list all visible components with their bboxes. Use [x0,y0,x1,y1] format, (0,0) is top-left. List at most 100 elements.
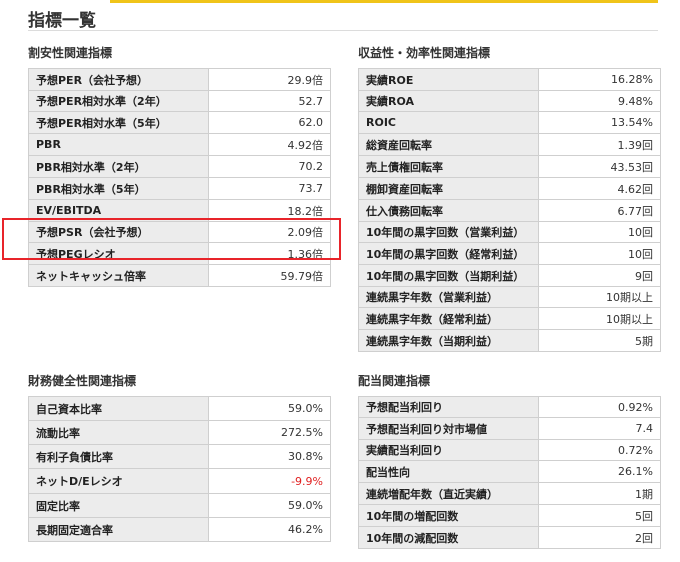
table-row: 固定比率 59.0% [28,493,331,518]
table-row: 予想PSR（会社予想） 2.09倍 [28,221,331,243]
metric-label: ネットD/Eレシオ [28,468,209,494]
metric-label: 実績ROE [358,68,539,91]
table-row: ネットD/Eレシオ -9.9% [28,468,331,494]
metric-label: 配当性向 [358,460,539,483]
table-row: 10年間の黒字回数（営業利益） 10回 [358,221,661,243]
table-row: 10年間の黒字回数（当期利益） 9回 [358,264,661,287]
section-valuation: 割安性関連指標 予想PER（会社予想） 29.9倍 予想PER相対水準（2年） … [28,45,331,287]
table-row: 実績ROA 9.48% [358,90,661,112]
metric-label: PBR相対水準（5年） [28,177,209,200]
section-financial-health: 財務健全性関連指標 自己資本比率 59.0% 流動比率 272.5% 有利子負債… [28,373,331,542]
metric-value: 73.7 [208,177,331,200]
metric-value-negative: -9.9% [208,468,331,494]
metric-label: EV/EBITDA [28,199,209,222]
table-row: 実績配当利回り 0.72% [358,439,661,461]
metric-value: 10回 [538,221,661,243]
table-row: 売上債権回転率 43.53回 [358,155,661,178]
metric-value: 29.9倍 [208,68,331,91]
metric-label: 10年間の黒字回数（経常利益） [358,242,539,265]
table-row: ネットキャッシュ倍率 59.79倍 [28,264,331,287]
metric-value: 18.2倍 [208,199,331,222]
metric-label: 予想PER相対水準（5年） [28,111,209,134]
metric-value: 1期 [538,482,661,505]
metric-label: 実績配当利回り [358,439,539,461]
metric-value: 10回 [538,242,661,265]
table-row: 有利子負債比率 30.8% [28,444,331,469]
metric-label: 長期固定適合率 [28,517,209,542]
table-row: 連続黒字年数（当期利益） 5期 [358,329,661,352]
metric-value: 9回 [538,264,661,287]
metric-label: 予想PSR（会社予想） [28,221,209,243]
metric-value: 272.5% [208,420,331,445]
section-title-financial-health: 財務健全性関連指標 [28,374,137,388]
metric-label: 予想PER相対水準（2年） [28,90,209,112]
page-title: 指標一覧 [28,11,96,31]
metric-value: 10期以上 [538,286,661,308]
metric-label: 仕入債務回転率 [358,199,539,222]
table-row: 連続黒字年数（営業利益） 10期以上 [358,286,661,308]
table-row: PBR 4.92倍 [28,133,331,156]
metric-value: 52.7 [208,90,331,112]
metric-value: 2.09倍 [208,221,331,243]
metric-value: 0.92% [538,396,661,418]
metric-value: 43.53回 [538,155,661,178]
section-profitability: 収益性・効率性関連指標 実績ROE 16.28% 実績ROA 9.48% ROI… [358,45,661,352]
table-row: 配当性向 26.1% [358,460,661,483]
metric-value: 26.1% [538,460,661,483]
table-row: 予想PER相対水準（5年） 62.0 [28,111,331,134]
metric-label: PBR相対水準（2年） [28,155,209,178]
metric-label: 10年間の減配回数 [358,526,539,549]
table-row: 予想PER（会社予想） 29.9倍 [28,68,331,91]
metric-value: 46.2% [208,517,331,542]
metric-label: 予想PEGレシオ [28,242,209,265]
metric-value: 2回 [538,526,661,549]
metric-value: 9.48% [538,90,661,112]
metric-label: 10年間の黒字回数（当期利益） [358,264,539,287]
metric-value: 1.39回 [538,133,661,156]
financial-health-table: 自己資本比率 59.0% 流動比率 272.5% 有利子負債比率 30.8% ネ… [28,396,331,542]
metric-value: 7.4 [538,417,661,440]
dividend-table: 予想配当利回り 0.92% 予想配当利回り対市場値 7.4 実績配当利回り 0.… [358,396,661,549]
table-row: 総資産回転率 1.39回 [358,133,661,156]
metric-label: 実績ROA [358,90,539,112]
metric-label: 連続増配年数（直近実績） [358,482,539,505]
metric-value: 5回 [538,504,661,527]
table-row: 流動比率 272.5% [28,420,331,445]
metric-label: 10年間の増配回数 [358,504,539,527]
title-divider [28,30,658,31]
metric-value: 6.77回 [538,199,661,222]
metric-label: 予想PER（会社予想） [28,68,209,91]
metric-label: 有利子負債比率 [28,444,209,469]
table-row: 棚卸資産回転率 4.62回 [358,177,661,200]
metric-label: 自己資本比率 [28,396,209,421]
metric-value: 4.62回 [538,177,661,200]
table-row: EV/EBITDA 18.2倍 [28,199,331,222]
metric-label: 流動比率 [28,420,209,445]
accent-top-bar [110,0,658,3]
section-title-profitability: 収益性・効率性関連指標 [358,46,491,60]
metric-value: 70.2 [208,155,331,178]
metric-value: 5期 [538,329,661,352]
metric-label: PBR [28,133,209,156]
section-dividend: 配当関連指標 予想配当利回り 0.92% 予想配当利回り対市場値 7.4 実績配… [358,373,661,549]
metric-value: 30.8% [208,444,331,469]
table-row: 予想配当利回り 0.92% [358,396,661,418]
metric-label: 売上債権回転率 [358,155,539,178]
metric-value: 59.0% [208,493,331,518]
table-row: 10年間の黒字回数（経常利益） 10回 [358,242,661,265]
metric-value: 59.0% [208,396,331,421]
metric-value: 1.36倍 [208,242,331,265]
table-row: PBR相対水準（5年） 73.7 [28,177,331,200]
metric-label: 連続黒字年数（当期利益） [358,329,539,352]
metric-value: 0.72% [538,439,661,461]
table-row: 自己資本比率 59.0% [28,396,331,421]
metric-value: 10期以上 [538,307,661,330]
metric-label: 連続黒字年数（経常利益） [358,307,539,330]
section-title-valuation: 割安性関連指標 [28,46,113,60]
metric-label: ネットキャッシュ倍率 [28,264,209,287]
table-row: 長期固定適合率 46.2% [28,517,331,542]
metric-value: 59.79倍 [208,264,331,287]
metric-label: 総資産回転率 [358,133,539,156]
table-row: 10年間の減配回数 2回 [358,526,661,549]
table-row: 予想配当利回り対市場値 7.4 [358,417,661,440]
